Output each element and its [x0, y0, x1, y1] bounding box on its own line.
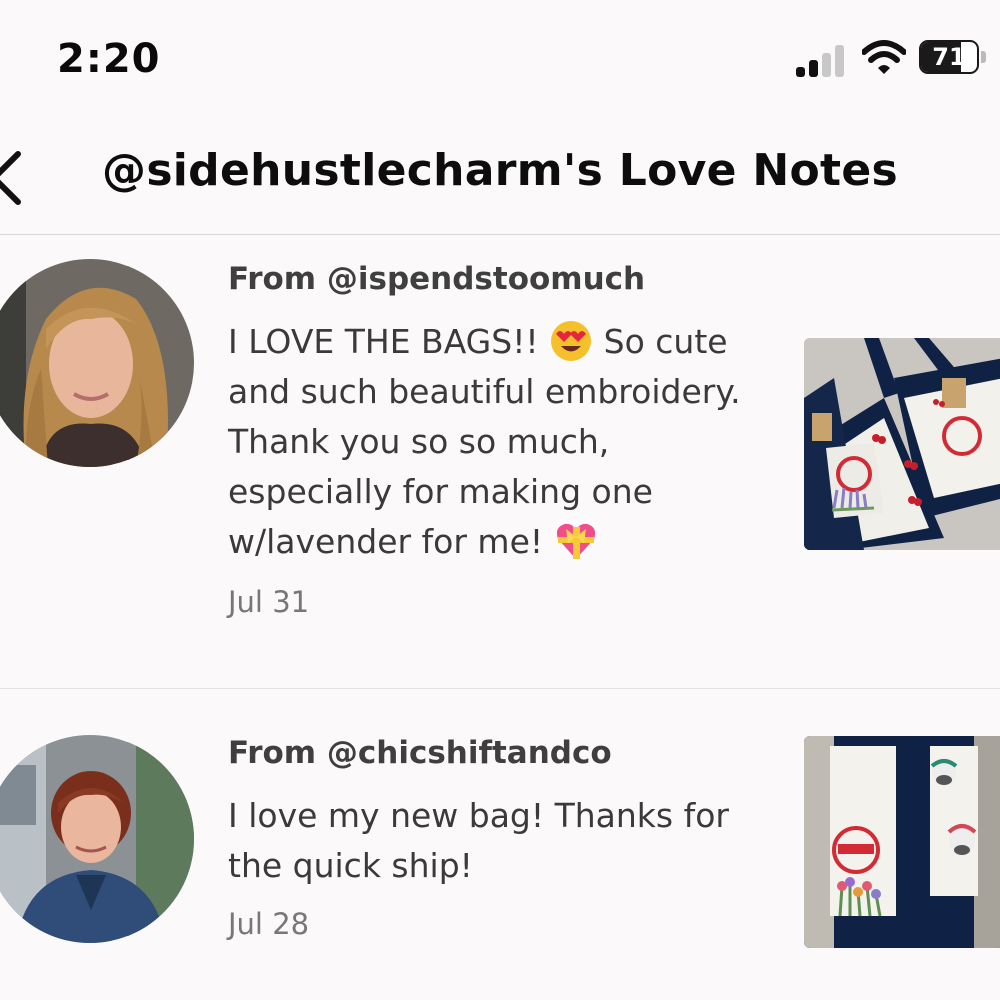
cellular-signal-icon — [796, 45, 844, 77]
love-note: From @chicshiftandco I love my new bag! … — [0, 689, 1000, 1000]
battery-percentage: 71 — [932, 43, 966, 71]
status-time: 2:20 — [57, 36, 161, 82]
note-message: I LOVE THE BAGS!! So cute and such beaut… — [228, 317, 758, 567]
note-message: I love my new bag! Thanks for the quick … — [228, 796, 729, 885]
product-photo[interactable] — [804, 338, 1000, 550]
avatar[interactable] — [0, 259, 194, 467]
note-sender: From @ispendstoomuch — [228, 261, 646, 297]
avatar[interactable] — [0, 735, 194, 943]
battery-icon: 71 — [919, 40, 991, 76]
page-title: @sidehustlecharm's Love Notes — [102, 145, 898, 196]
header: @sidehustlecharm's Love Notes — [0, 120, 1000, 235]
wifi-icon — [862, 40, 906, 74]
note-date: Jul 31 — [228, 585, 310, 619]
love-note: From @ispendstoomuch I LOVE THE BAGS!! S… — [0, 235, 1000, 689]
product-photo[interactable] — [804, 736, 1000, 948]
heart-eyes-emoji — [551, 320, 592, 361]
note-sender: From @chicshiftandco — [228, 735, 612, 771]
status-bar: 2:20 71 — [0, 0, 1000, 120]
note-date: Jul 28 — [228, 907, 310, 941]
heart-with-ribbon-emoji — [556, 523, 595, 559]
